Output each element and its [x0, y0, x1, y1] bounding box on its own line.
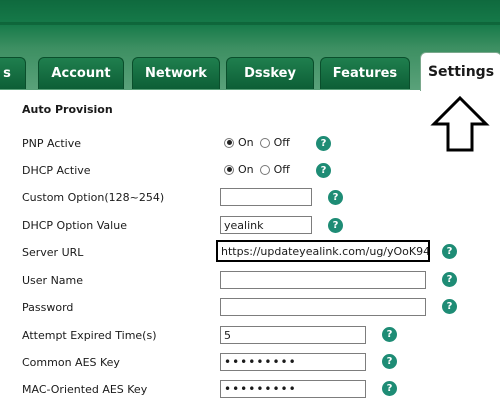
- dhcp-on-label: On: [238, 163, 254, 176]
- tab-network[interactable]: Network: [132, 57, 220, 89]
- pnp-active-radio-group: On Off: [224, 136, 296, 149]
- mac-aes-key-help-icon[interactable]: ?: [382, 381, 397, 396]
- tab-dsskey[interactable]: Dsskey: [226, 57, 314, 89]
- pnp-on-radio[interactable]: [224, 137, 234, 148]
- user-name-help-icon[interactable]: ?: [442, 272, 457, 287]
- dhcp-off-radio[interactable]: [259, 164, 270, 175]
- up-arrow-icon: [430, 95, 490, 152]
- tab-features[interactable]: Features: [320, 57, 410, 89]
- custom-option-label: Custom Option(128~254): [22, 191, 165, 204]
- custom-option-help-icon[interactable]: ?: [328, 190, 343, 205]
- common-aes-key-input[interactable]: •••••••••: [220, 353, 366, 371]
- dhcp-active-radio-group: On Off: [224, 163, 296, 176]
- section-title: Auto Provision: [22, 103, 113, 116]
- password-label: Password: [22, 301, 74, 314]
- dhcp-on-radio[interactable]: [224, 164, 234, 175]
- user-name-label: User Name: [22, 274, 84, 287]
- dhcp-option-value-help-icon[interactable]: ?: [328, 218, 343, 233]
- header-stripe: [0, 22, 500, 25]
- dhcp-help-icon[interactable]: ?: [316, 163, 331, 178]
- custom-option-input[interactable]: [220, 188, 312, 206]
- password-input[interactable]: [220, 298, 426, 316]
- pnp-off-radio[interactable]: [259, 137, 270, 148]
- user-name-input[interactable]: [220, 271, 426, 289]
- mac-aes-key-input[interactable]: •••••••••: [220, 380, 366, 398]
- attempt-expired-help-icon[interactable]: ?: [382, 327, 397, 342]
- tab-partial[interactable]: s: [0, 57, 26, 89]
- server-url-input[interactable]: https://updateyealink.com/ug/yOoK94z: [216, 240, 430, 262]
- server-url-help-icon[interactable]: ?: [442, 244, 457, 259]
- pnp-active-label: PNP Active: [22, 137, 82, 150]
- tab-settings[interactable]: Settings: [420, 52, 500, 91]
- common-aes-key-help-icon[interactable]: ?: [382, 354, 397, 369]
- dhcp-off-label: Off: [273, 163, 290, 176]
- tab-account[interactable]: Account: [38, 57, 124, 89]
- dhcp-option-value-input[interactable]: yealink: [220, 216, 312, 234]
- common-aes-key-label: Common AES Key: [22, 356, 120, 369]
- dhcp-active-label: DHCP Active: [22, 164, 91, 177]
- attempt-expired-input[interactable]: 5: [220, 326, 366, 344]
- dhcp-option-value-label: DHCP Option Value: [22, 219, 127, 232]
- mac-aes-key-label: MAC-Oriented AES Key: [22, 383, 148, 396]
- password-help-icon[interactable]: ?: [442, 299, 457, 314]
- pnp-help-icon[interactable]: ?: [316, 136, 331, 151]
- pnp-off-label: Off: [273, 136, 290, 149]
- pnp-on-label: On: [238, 136, 254, 149]
- server-url-label: Server URL: [22, 246, 84, 259]
- attempt-expired-label: Attempt Expired Time(s): [22, 329, 157, 342]
